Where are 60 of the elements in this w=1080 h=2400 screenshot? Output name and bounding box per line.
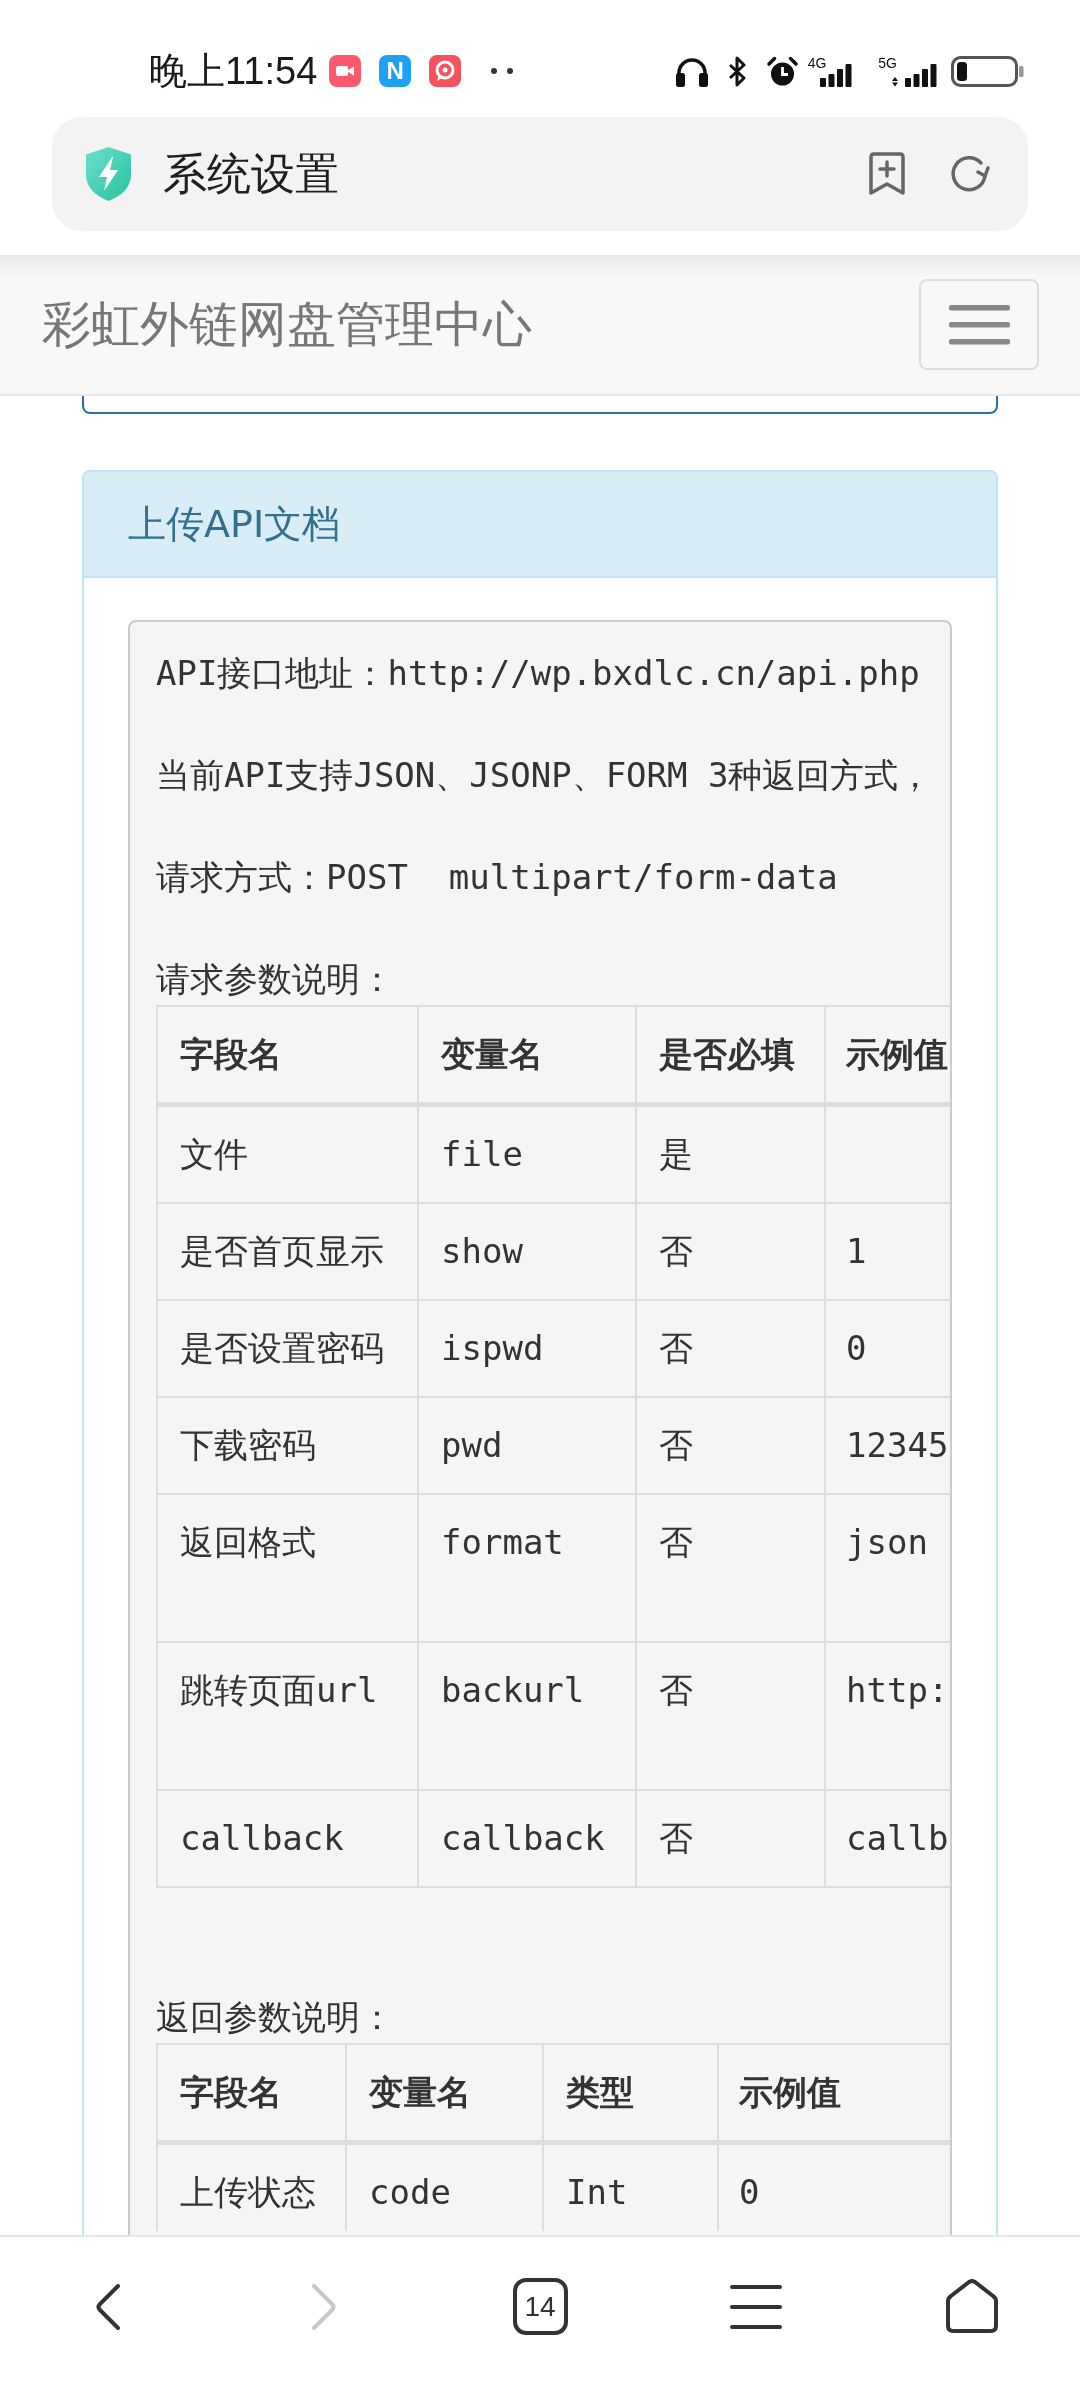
table-cell: 是 (636, 1104, 825, 1203)
menu-icon (948, 304, 1010, 345)
address-bar[interactable]: 系统设置 (52, 117, 1028, 231)
code-line: 当前API支持JSON、JSONP、FORM 3种返回方式， (156, 754, 934, 797)
table-cell: show (418, 1203, 636, 1300)
alarm-clock-icon (765, 55, 799, 87)
table-cell: format (418, 1494, 636, 1642)
code-line: 请求方式：POST multipart/form-data (156, 856, 839, 899)
table-header-cell: 是否必填 (636, 1006, 825, 1105)
shield-bolt-icon (84, 146, 133, 202)
table-cell: 否 (636, 1300, 825, 1397)
table-cell: 是否首页显示 (157, 1203, 418, 1300)
headphones-icon (673, 55, 710, 87)
video-camera-app-icon (329, 55, 362, 87)
network-type-label: 4G (807, 55, 827, 70)
table-cell: callback (418, 1790, 636, 1887)
table-header-cell: 变量名 (418, 1006, 636, 1105)
tabs-button[interactable]: 14 (512, 2278, 568, 2335)
app-icon: N (379, 55, 412, 87)
table-header-cell: 示例值 (718, 2044, 950, 2143)
table-header-cell: 变量名 (346, 2044, 543, 2143)
table-cell: 是否设置密码 (157, 1300, 418, 1397)
chevron-right-icon (311, 2282, 337, 2331)
home-icon (944, 2278, 1000, 2335)
bookmark-add-icon[interactable] (866, 152, 908, 196)
table-caption: 请求参数说明： (156, 958, 395, 1001)
bluetooth-icon (726, 55, 748, 87)
code-line: API接口地址：http://wp.bxdlc.cn/api.php (156, 652, 921, 695)
battery-icon (951, 55, 1024, 87)
more-dots-icon (491, 68, 514, 74)
table-cell: 0 (718, 2142, 950, 2231)
table-cell: 否 (636, 1642, 825, 1790)
menu-icon (729, 2283, 783, 2330)
table-cell: ispwd (418, 1300, 636, 1397)
table-cell: file (418, 1104, 636, 1203)
table-header-cell: 字段名 (157, 2044, 346, 2143)
table-cell: 否 (636, 1203, 825, 1300)
chevron-left-icon (95, 2282, 121, 2331)
table-cell: 否 (636, 1790, 825, 1887)
table-cell: callback (157, 1790, 418, 1887)
page-title: 系统设置 (163, 152, 339, 196)
chat-bubble-app-icon (429, 55, 462, 87)
status-time: 晚上11:54 (149, 52, 318, 90)
navbar-brand[interactable]: 彩虹外链网盘管理中心 (42, 300, 532, 349)
table-cell: 跳转页面url (157, 1642, 418, 1790)
table-cell: 否 (636, 1397, 825, 1494)
network-type-label: 5G (878, 55, 897, 70)
table-cell: 否 (636, 1494, 825, 1642)
table-header-cell: 类型 (543, 2044, 718, 2143)
table-header-cell: 字段名 (157, 1006, 418, 1105)
table-cell: 上传状态 (157, 2142, 346, 2231)
menu-toggle-button[interactable] (919, 279, 1039, 370)
table-cell: 文件 (157, 1104, 418, 1203)
table-cell: backurl (418, 1642, 636, 1790)
table-cell: pwd (418, 1397, 636, 1494)
table-cell: 下载密码 (157, 1397, 418, 1494)
panel-title: 上传API文档 (128, 505, 341, 543)
table-header-cell: 示例值 (825, 1006, 950, 1105)
table-cell: 返回格式 (157, 1494, 418, 1642)
table-caption: 返回参数说明： (156, 1996, 395, 2039)
